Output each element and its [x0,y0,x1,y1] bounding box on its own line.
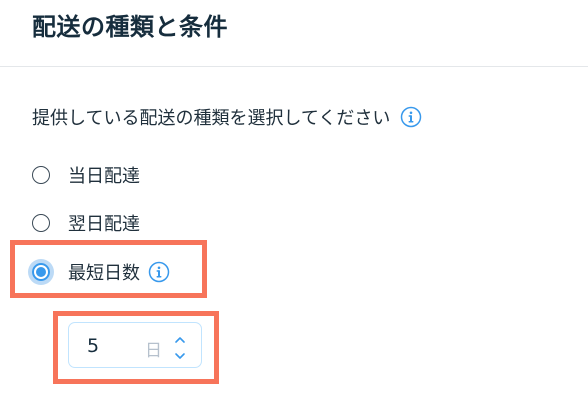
option-same-day[interactable]: 当日配達 [32,160,140,190]
option-same-day-label: 当日配達 [68,166,140,187]
highlight-days-stepper [53,311,219,384]
option-next-day-label: 翌日配達 [68,214,140,235]
shipping-types-panel: 配送の種類と条件 提供している配送の種類を選択してください 当日配達 翌日配達 … [0,0,588,400]
radio-same-day[interactable] [32,166,50,184]
radio-next-day[interactable] [32,214,50,232]
info-icon[interactable] [400,106,422,128]
question-label: 提供している配送の種類を選択してください [32,108,391,129]
highlight-min-days-option [10,240,207,298]
page-title: 配送の種類と条件 [32,13,228,41]
option-next-day[interactable]: 翌日配達 [32,208,140,238]
header-divider [0,66,588,67]
shipping-question: 提供している配送の種類を選択してください [32,102,422,132]
